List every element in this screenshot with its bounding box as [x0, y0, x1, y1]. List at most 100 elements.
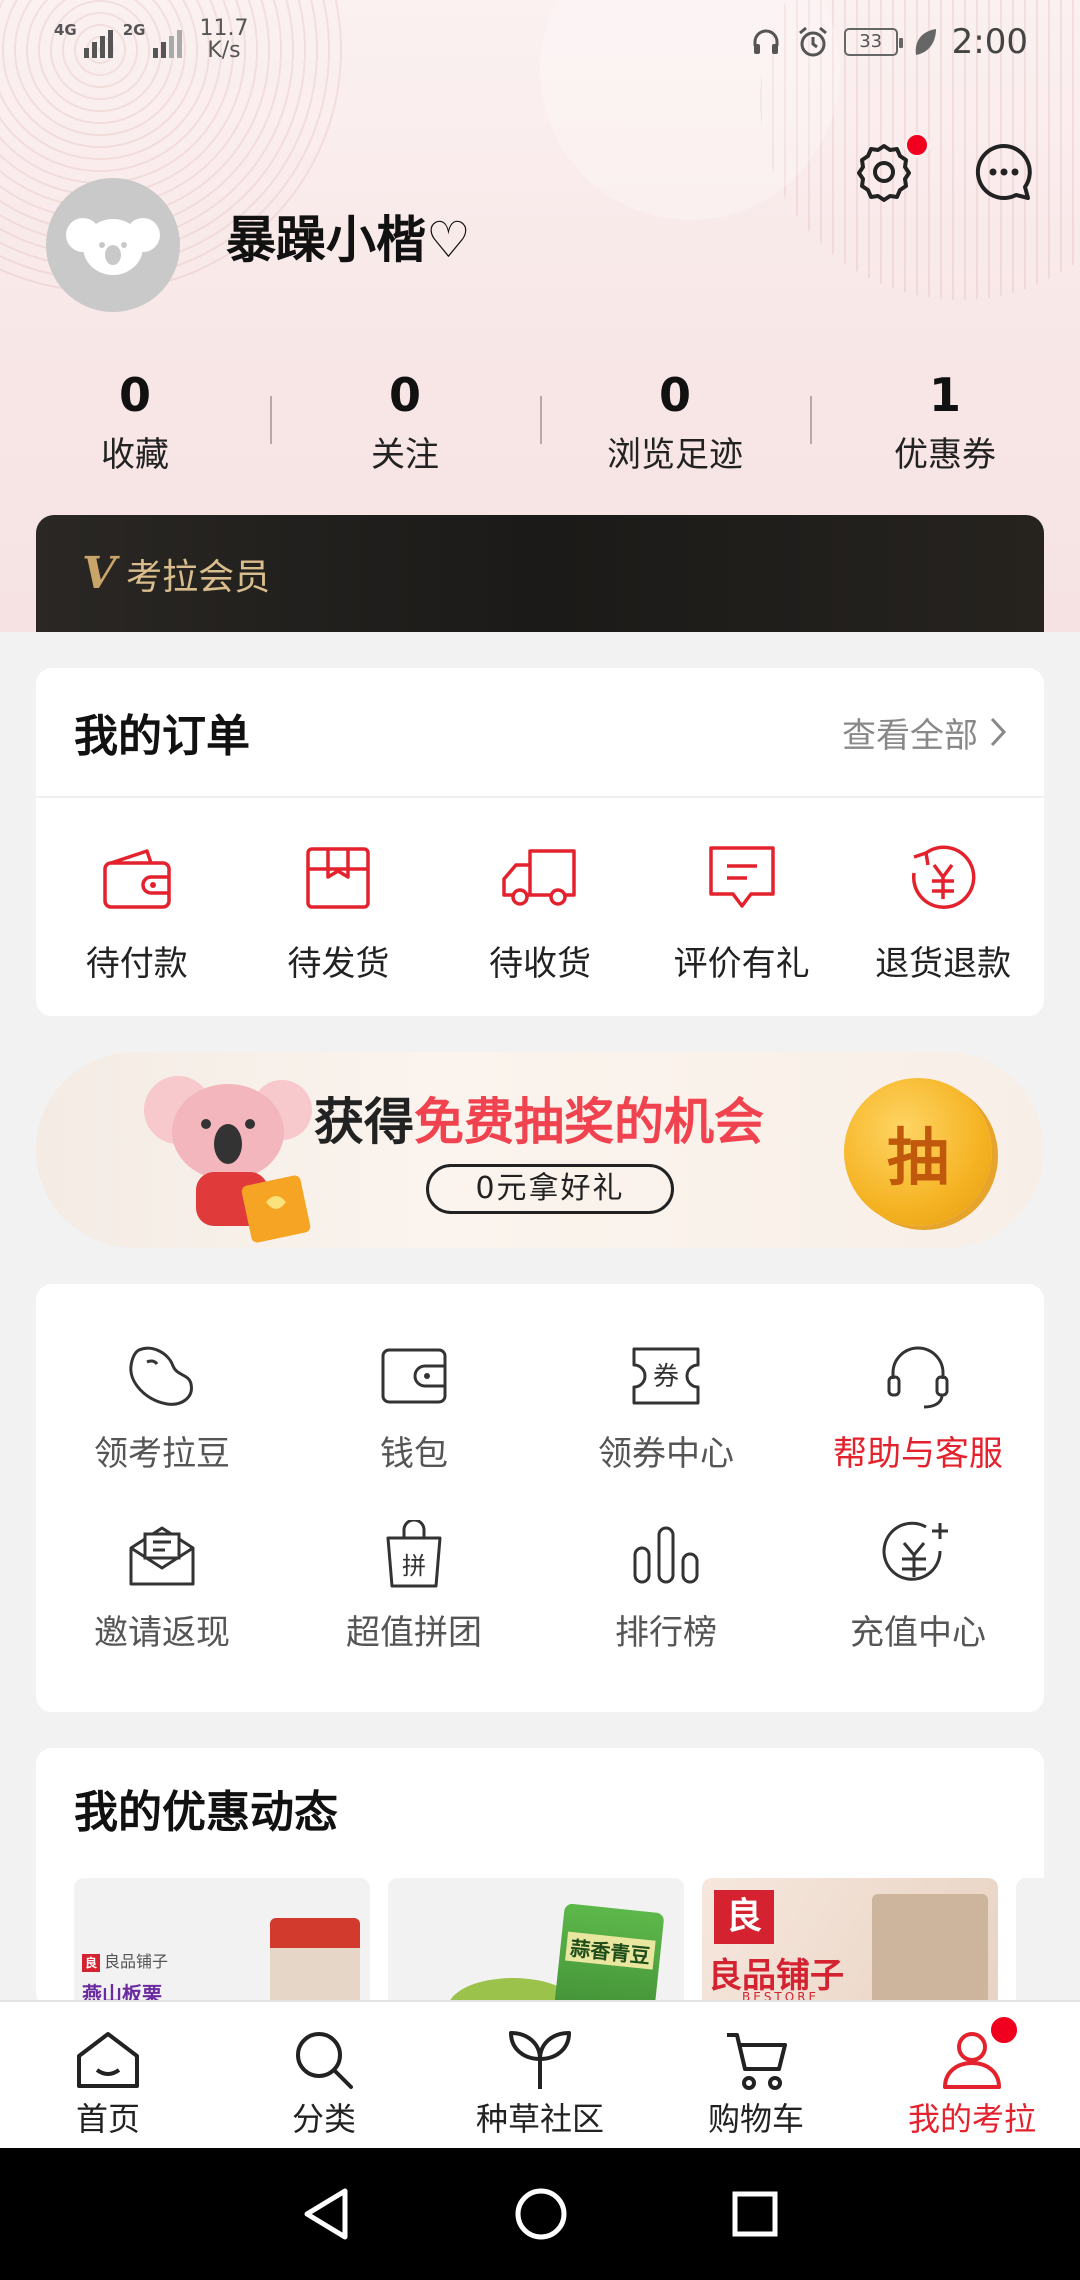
- service-help[interactable]: 帮助与客服: [792, 1340, 1044, 1475]
- deal-thumbnail[interactable]: 良 良品铺子 BESTORE: [702, 1878, 998, 2008]
- my-orders-card: 我的订单 查看全部 待付款 待发货 待收货 评价有礼 退货退款: [36, 668, 1044, 1016]
- stat-count: 0: [658, 368, 691, 422]
- box-icon: [306, 847, 371, 909]
- header-actions: [852, 132, 1036, 204]
- coupon-icon: 券: [632, 1347, 700, 1405]
- tab-community[interactable]: 种草社区: [432, 2002, 648, 2148]
- sprout-icon: [509, 2031, 571, 2089]
- order-pending-receipt[interactable]: 待收货: [439, 838, 641, 985]
- recents-icon[interactable]: [731, 2190, 779, 2238]
- deal-thumbnail[interactable]: 良良品铺子 燕山板栗: [74, 1878, 370, 2008]
- stat-following[interactable]: 0 关注: [270, 360, 540, 480]
- chat-icon: [975, 143, 1032, 200]
- notification-dot: [904, 132, 930, 158]
- orders-title: 我的订单: [74, 711, 250, 762]
- order-status-label: 待收货: [488, 944, 591, 984]
- bottom-tab-bar: 首页 分类 种草社区 购物车 我的考拉: [0, 2000, 1080, 2148]
- profile-stats: 0 收藏 0 关注 0 浏览足迹 1 优惠券: [0, 360, 1080, 480]
- service-label: 领考拉豆: [94, 1434, 230, 1474]
- store-tag-glyph: 良: [82, 1954, 100, 1972]
- service-koala-beans[interactable]: 领考拉豆: [36, 1340, 288, 1475]
- stat-count: 0: [118, 368, 151, 422]
- service-invite[interactable]: 邀请返现: [36, 1519, 288, 1654]
- tab-home[interactable]: 首页: [0, 2002, 216, 2148]
- deal-thumbnail[interactable]: [1016, 1878, 1044, 2008]
- service-label: 排行榜: [615, 1613, 717, 1653]
- service-recharge[interactable]: 充值中心: [792, 1519, 1044, 1654]
- tab-label: 首页: [75, 2100, 140, 2138]
- tab-cart[interactable]: 购物车: [648, 2002, 864, 2148]
- lottery-coin-button[interactable]: 抽: [844, 1078, 992, 1226]
- coupon-glyph: 券: [653, 1362, 679, 1392]
- service-label: 帮助与客服: [833, 1434, 1003, 1474]
- notification-dot: [988, 2014, 1020, 2046]
- tab-my-kaola[interactable]: 我的考拉: [864, 2002, 1080, 2148]
- deal-thumbnail[interactable]: 蒜香青豆: [388, 1878, 684, 2008]
- membership-card[interactable]: V 考拉会员: [36, 515, 1044, 632]
- status-bar: 4G 2G 11.7 K/s 33 2:00: [0, 0, 1080, 90]
- messages-button[interactable]: [972, 140, 1036, 204]
- service-label: 超值拼团: [346, 1613, 482, 1653]
- signal-icon: 2G: [123, 18, 182, 58]
- service-ranking[interactable]: 排行榜: [540, 1519, 792, 1654]
- banner-headline-prefix: 获得: [314, 1093, 414, 1151]
- group-buy-glyph: 拼: [402, 1552, 426, 1580]
- banner-subtitle: 0元拿好礼: [426, 1164, 674, 1214]
- network-speed: 11.7 K/s: [200, 18, 249, 62]
- view-all-orders-link[interactable]: 查看全部: [842, 708, 1008, 757]
- headphone-icon: [753, 29, 779, 54]
- signal-icon: 4G: [54, 18, 113, 58]
- order-pending-payment[interactable]: 待付款: [36, 838, 238, 985]
- order-status-label: 待发货: [287, 944, 390, 984]
- status-bar-right: 33 2:00: [750, 22, 1028, 62]
- tab-label: 种草社区: [475, 2100, 604, 2138]
- service-label: 钱包: [380, 1434, 448, 1474]
- tab-label: 分类: [291, 2100, 356, 2138]
- order-status-label: 退货退款: [875, 944, 1012, 984]
- leaf-icon: [915, 29, 936, 55]
- back-icon[interactable]: [301, 2187, 351, 2241]
- order-refund[interactable]: 退货退款: [842, 838, 1044, 985]
- invite-icon: [129, 1526, 195, 1586]
- product-name: 蒜香青豆: [565, 1931, 656, 1970]
- product-package-image: 蒜香青豆: [551, 1903, 665, 2008]
- store-tag: 良良品铺子: [82, 1948, 168, 1972]
- tab-category[interactable]: 分类: [216, 2002, 432, 2148]
- stat-count: 0: [388, 368, 421, 422]
- wallet-icon: [103, 849, 171, 909]
- order-pending-shipment[interactable]: 待发货: [238, 838, 440, 985]
- status-bar-left: 4G 2G 11.7 K/s: [54, 18, 248, 62]
- avatar[interactable]: [46, 178, 180, 312]
- system-navigation-bar: [0, 2148, 1080, 2280]
- username[interactable]: 暴躁小楷♡: [226, 200, 471, 272]
- home-circle-icon[interactable]: [514, 2187, 568, 2241]
- product-image: [270, 1918, 360, 2008]
- signal-type: 4G: [54, 21, 77, 39]
- recharge-icon: [882, 1521, 948, 1581]
- chevron-right-icon: [990, 717, 1007, 747]
- service-coupon-center[interactable]: 券 领券中心: [540, 1340, 792, 1475]
- stat-coupons[interactable]: 1 优惠券: [810, 360, 1080, 480]
- settings-button[interactable]: [852, 132, 930, 204]
- order-review[interactable]: 评价有礼: [641, 838, 843, 985]
- stat-favorites[interactable]: 0 收藏: [0, 360, 270, 480]
- home-icon: [77, 2032, 139, 2088]
- service-group-buy[interactable]: 拼 超值拼团: [288, 1519, 540, 1654]
- service-label: 领券中心: [598, 1434, 734, 1474]
- service-wallet[interactable]: 钱包: [288, 1340, 540, 1475]
- search-icon: [296, 2032, 353, 2089]
- lottery-banner[interactable]: 获得免费抽奖的机会 0元拿好礼 抽: [36, 1052, 1044, 1248]
- ranking-icon: [633, 1526, 699, 1584]
- store-tag-label: 良品铺子: [104, 1952, 169, 1971]
- deals-thumbnails: 良良品铺子 燕山板栗 蒜香青豆 良 良品铺子 BESTORE: [74, 1878, 1044, 2008]
- my-deals-card: 我的优惠动态 良良品铺子 燕山板栗 蒜香青豆 良 良品铺子 BESTORE: [36, 1748, 1044, 2008]
- profile-page: 4G 2G 11.7 K/s 33 2:00 暴躁小楷♡ 0 收藏 0 关注 0…: [0, 0, 1080, 2280]
- bean-icon: [129, 1346, 193, 1406]
- comment-icon: [708, 846, 775, 908]
- network-speed-value: 11.7: [199, 16, 249, 41]
- membership-label: 考拉会员: [126, 556, 271, 598]
- stat-history[interactable]: 0 浏览足迹: [540, 360, 810, 480]
- alarm-icon: [798, 26, 827, 57]
- headset-icon: [887, 1346, 949, 1409]
- order-status-label: 待付款: [85, 944, 188, 984]
